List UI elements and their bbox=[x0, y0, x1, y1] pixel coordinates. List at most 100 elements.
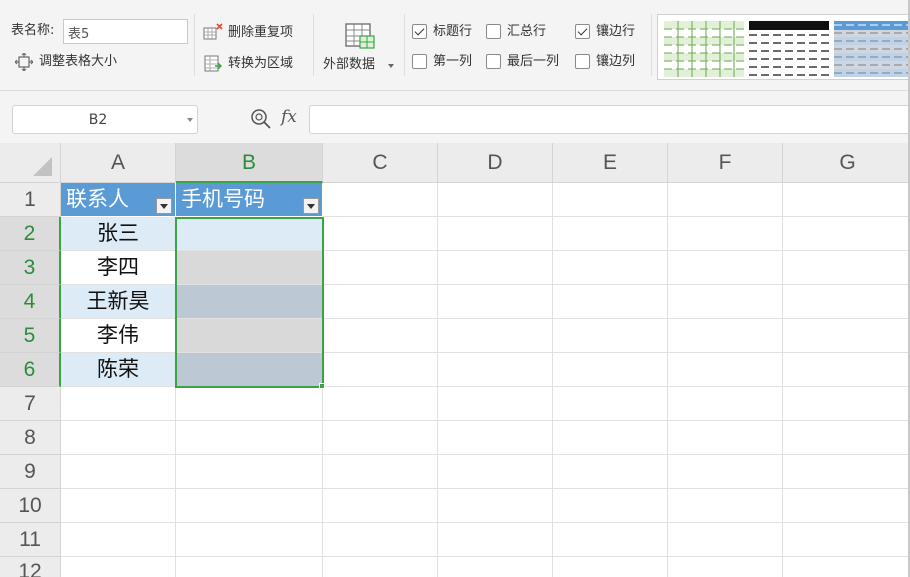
banded-columns-option[interactable]: 镶边列 bbox=[575, 53, 645, 71]
grid-cell[interactable] bbox=[668, 455, 783, 489]
grid-cell[interactable] bbox=[553, 557, 668, 577]
table-name-input[interactable]: 表5 bbox=[63, 19, 188, 44]
convert-to-range-button[interactable]: 转换为区域 bbox=[203, 53, 307, 75]
grid-cell[interactable] bbox=[176, 421, 323, 455]
grid-cell[interactable] bbox=[61, 387, 176, 421]
grid-cell[interactable] bbox=[783, 183, 910, 217]
grid-cell[interactable] bbox=[783, 387, 910, 421]
grid-cell[interactable] bbox=[438, 387, 553, 421]
grid-cell[interactable] bbox=[668, 285, 783, 319]
grid-cell[interactable] bbox=[323, 387, 438, 421]
table-style-black[interactable] bbox=[749, 21, 829, 77]
table-cell-b4[interactable] bbox=[176, 285, 323, 319]
row-header-3[interactable]: 3 bbox=[0, 251, 61, 285]
grid-cell[interactable] bbox=[668, 217, 783, 251]
grid-cell[interactable] bbox=[438, 523, 553, 557]
grid-cell[interactable] bbox=[783, 285, 910, 319]
grid-cell[interactable] bbox=[176, 387, 323, 421]
grid-cell[interactable] bbox=[438, 183, 553, 217]
grid-cell[interactable] bbox=[553, 523, 668, 557]
table-style-gallery[interactable] bbox=[657, 14, 910, 80]
row-header-6[interactable]: 6 bbox=[0, 353, 61, 387]
grid-cell[interactable] bbox=[783, 353, 910, 387]
row-header-4[interactable]: 4 bbox=[0, 285, 61, 319]
grid-cell[interactable] bbox=[323, 489, 438, 523]
table-cell-a6[interactable]: 陈荣 bbox=[61, 353, 176, 387]
grid-cell[interactable] bbox=[61, 523, 176, 557]
grid-cell[interactable] bbox=[783, 251, 910, 285]
remove-duplicates-button[interactable]: 删除重复项 bbox=[203, 22, 307, 44]
grid-cell[interactable] bbox=[61, 489, 176, 523]
table-cell-a5[interactable]: 李伟 bbox=[61, 319, 176, 353]
grid-cell[interactable] bbox=[783, 455, 910, 489]
grid-cell[interactable] bbox=[783, 557, 910, 577]
table-cell-a4[interactable]: 王新昊 bbox=[61, 285, 176, 319]
grid-cell[interactable] bbox=[438, 455, 553, 489]
zoom-search-icon[interactable] bbox=[250, 108, 272, 134]
row-header-11[interactable]: 11 bbox=[0, 523, 61, 557]
first-column-option[interactable]: 第一列 bbox=[412, 53, 482, 71]
grid-cell[interactable] bbox=[668, 489, 783, 523]
grid-cell[interactable] bbox=[323, 421, 438, 455]
grid-cell[interactable] bbox=[323, 183, 438, 217]
column-header-c[interactable]: C bbox=[323, 143, 438, 183]
resize-table-button[interactable]: 调整表格大小 bbox=[14, 51, 127, 73]
grid-cell[interactable] bbox=[323, 319, 438, 353]
column-header-d[interactable]: D bbox=[438, 143, 553, 183]
grid-cell[interactable] bbox=[323, 353, 438, 387]
row-header-8[interactable]: 8 bbox=[0, 421, 61, 455]
table-header-contact[interactable]: 联系人 bbox=[61, 183, 176, 217]
banded-columns-checkbox[interactable] bbox=[575, 54, 590, 69]
total-row-option[interactable]: 汇总行 bbox=[486, 23, 556, 41]
grid-cell[interactable] bbox=[61, 557, 176, 577]
table-header-phone[interactable]: 手机号码 bbox=[176, 183, 323, 217]
grid-cell[interactable] bbox=[553, 353, 668, 387]
table-cell-b2[interactable] bbox=[176, 217, 323, 251]
grid-cell[interactable] bbox=[553, 285, 668, 319]
formula-input[interactable] bbox=[309, 105, 910, 134]
column-header-e[interactable]: E bbox=[553, 143, 668, 183]
grid-cell[interactable] bbox=[323, 523, 438, 557]
column-header-b[interactable]: B bbox=[176, 143, 323, 183]
first-column-checkbox[interactable] bbox=[412, 54, 427, 69]
grid-cell[interactable] bbox=[438, 353, 553, 387]
grid-cell[interactable] bbox=[438, 319, 553, 353]
select-all-corner[interactable] bbox=[0, 143, 61, 183]
banded-rows-option[interactable]: 镶边行 bbox=[575, 23, 645, 41]
grid-cell[interactable] bbox=[783, 489, 910, 523]
fill-handle[interactable] bbox=[319, 383, 325, 389]
grid-cell[interactable] bbox=[176, 455, 323, 489]
table-cell-b3[interactable] bbox=[176, 251, 323, 285]
last-column-checkbox[interactable] bbox=[486, 54, 501, 69]
grid-cell[interactable] bbox=[323, 251, 438, 285]
grid-cell[interactable] bbox=[438, 251, 553, 285]
table-style-green[interactable] bbox=[664, 21, 744, 77]
grid-cell[interactable] bbox=[668, 421, 783, 455]
row-header-5[interactable]: 5 bbox=[0, 319, 61, 353]
header-row-option[interactable]: 标题行 bbox=[412, 23, 482, 41]
grid-cell[interactable] bbox=[438, 285, 553, 319]
table-cell-b6[interactable] bbox=[176, 353, 323, 387]
row-header-1[interactable]: 1 bbox=[0, 183, 61, 217]
table-style-blue[interactable] bbox=[834, 21, 910, 77]
grid-cell[interactable] bbox=[668, 319, 783, 353]
grid-cell[interactable] bbox=[323, 285, 438, 319]
banded-rows-checkbox[interactable] bbox=[575, 24, 590, 39]
grid-cell[interactable] bbox=[668, 557, 783, 577]
grid-cell[interactable] bbox=[668, 387, 783, 421]
grid-cell[interactable] bbox=[668, 353, 783, 387]
grid-cell[interactable] bbox=[323, 217, 438, 251]
column-header-a[interactable]: A bbox=[61, 143, 176, 183]
grid-cell[interactable] bbox=[668, 183, 783, 217]
grid-cell[interactable] bbox=[553, 319, 668, 353]
row-header-10[interactable]: 10 bbox=[0, 489, 61, 523]
total-row-checkbox[interactable] bbox=[486, 24, 501, 39]
grid-cell[interactable] bbox=[783, 523, 910, 557]
row-header-7[interactable]: 7 bbox=[0, 387, 61, 421]
grid-cell[interactable] bbox=[553, 489, 668, 523]
last-column-option[interactable]: 最后一列 bbox=[486, 53, 570, 71]
grid-cell[interactable] bbox=[668, 523, 783, 557]
column-header-f[interactable]: F bbox=[668, 143, 783, 183]
row-header-9[interactable]: 9 bbox=[0, 455, 61, 489]
grid-cell[interactable] bbox=[323, 455, 438, 489]
